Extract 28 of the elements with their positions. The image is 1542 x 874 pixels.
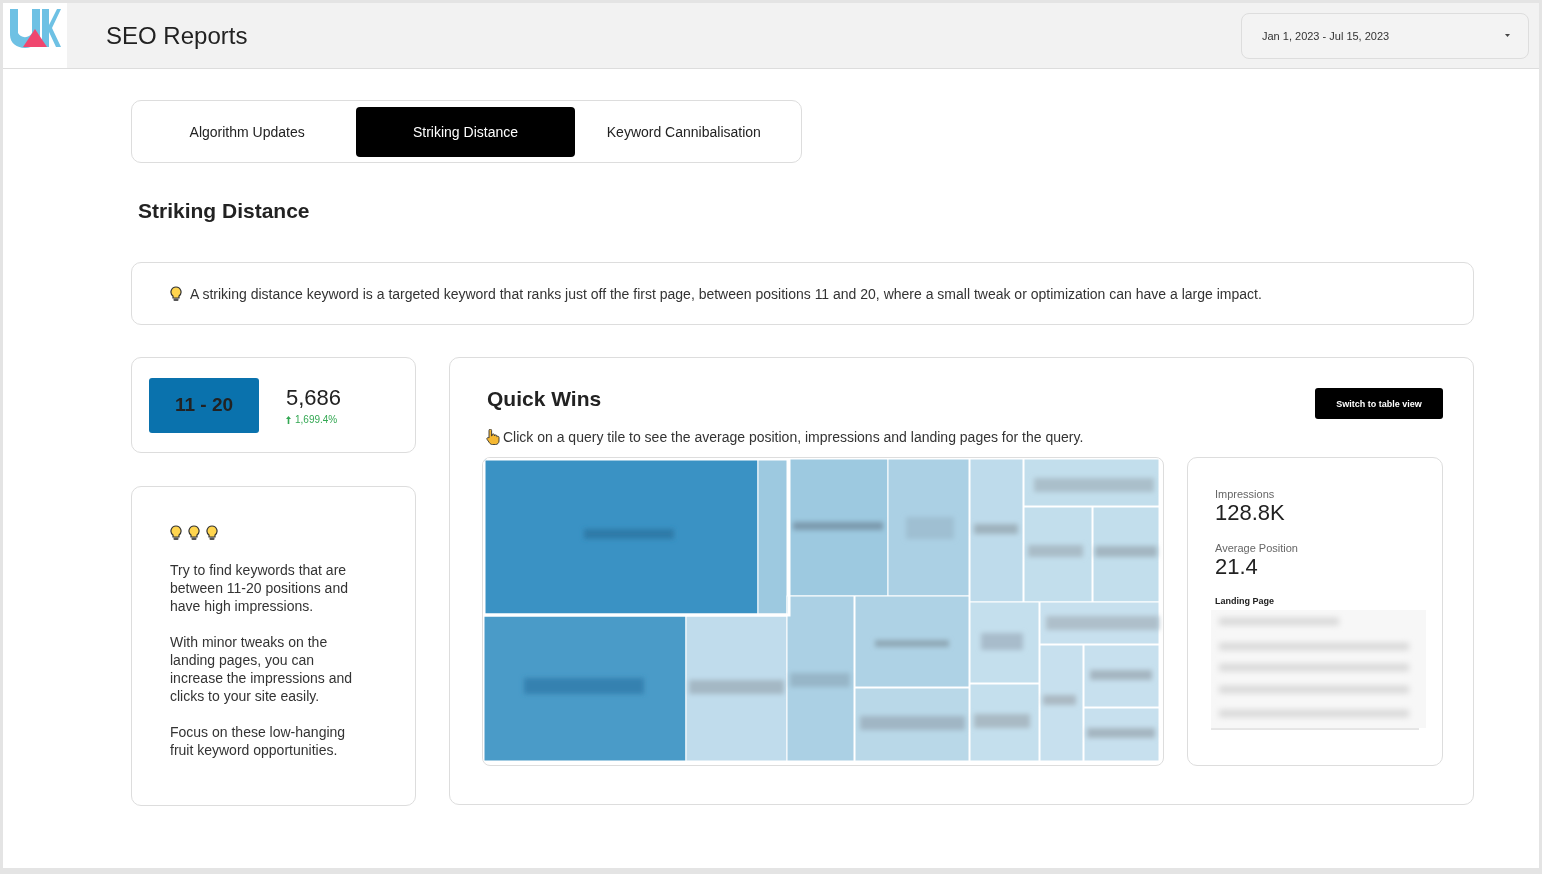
change-percent: 1,699.4% — [295, 414, 338, 425]
date-range-dropdown[interactable]: Jan 1, 2023 - Jul 15, 2023 — [1241, 12, 1529, 59]
lightbulb-icon — [170, 285, 182, 302]
lightbulb-icon — [170, 525, 182, 541]
metric-value: 128.8K — [1215, 500, 1286, 526]
table-view-button[interactable]: Switch to table view — [1315, 388, 1443, 419]
range-badge: 11 - 20 — [149, 377, 259, 433]
column-header: Landing Page — [1215, 596, 1275, 606]
tip-text: Try to find keywords that are between 11-20 positions and have high impressions. — [170, 561, 349, 615]
lightbulb-icon — [206, 525, 218, 541]
section-title: Striking Distance — [138, 199, 311, 223]
tab[interactable]: Keyword Cannibalisation — [574, 106, 793, 157]
keyword-count: 5,686 — [286, 385, 342, 411]
tip-text: Focus on these low-hanging fruit keyword opportunities. — [170, 723, 347, 759]
lightbulb-icon — [188, 525, 200, 541]
logo — [8, 9, 61, 48]
tab[interactable]: Algorithm Updates — [138, 106, 357, 157]
info-text: A striking distance keyword is a targeted keyword that ranks just off the first page, between positions 11 and 20, where a small tweak or optimization can have a large impact. — [190, 285, 1262, 302]
page-title: SEO Reports — [106, 21, 248, 50]
metric-label: Average Position — [1215, 542, 1299, 554]
tab[interactable]: Striking Distance — [356, 106, 575, 157]
metric-value: 21.4 — [1215, 554, 1259, 580]
caret-icon — [1505, 34, 1510, 37]
card-title: Quick Wins — [487, 386, 602, 411]
metric-label: Impressions — [1215, 488, 1276, 500]
hint-text: Click on a query tile to see the average position, impressions and landing pages for the query. — [503, 429, 1084, 445]
tip-text: With minor tweaks on the landing pages, you can increase the impressions and clicks to your site easily. — [170, 633, 354, 705]
pointing-hand-icon — [486, 429, 500, 445]
